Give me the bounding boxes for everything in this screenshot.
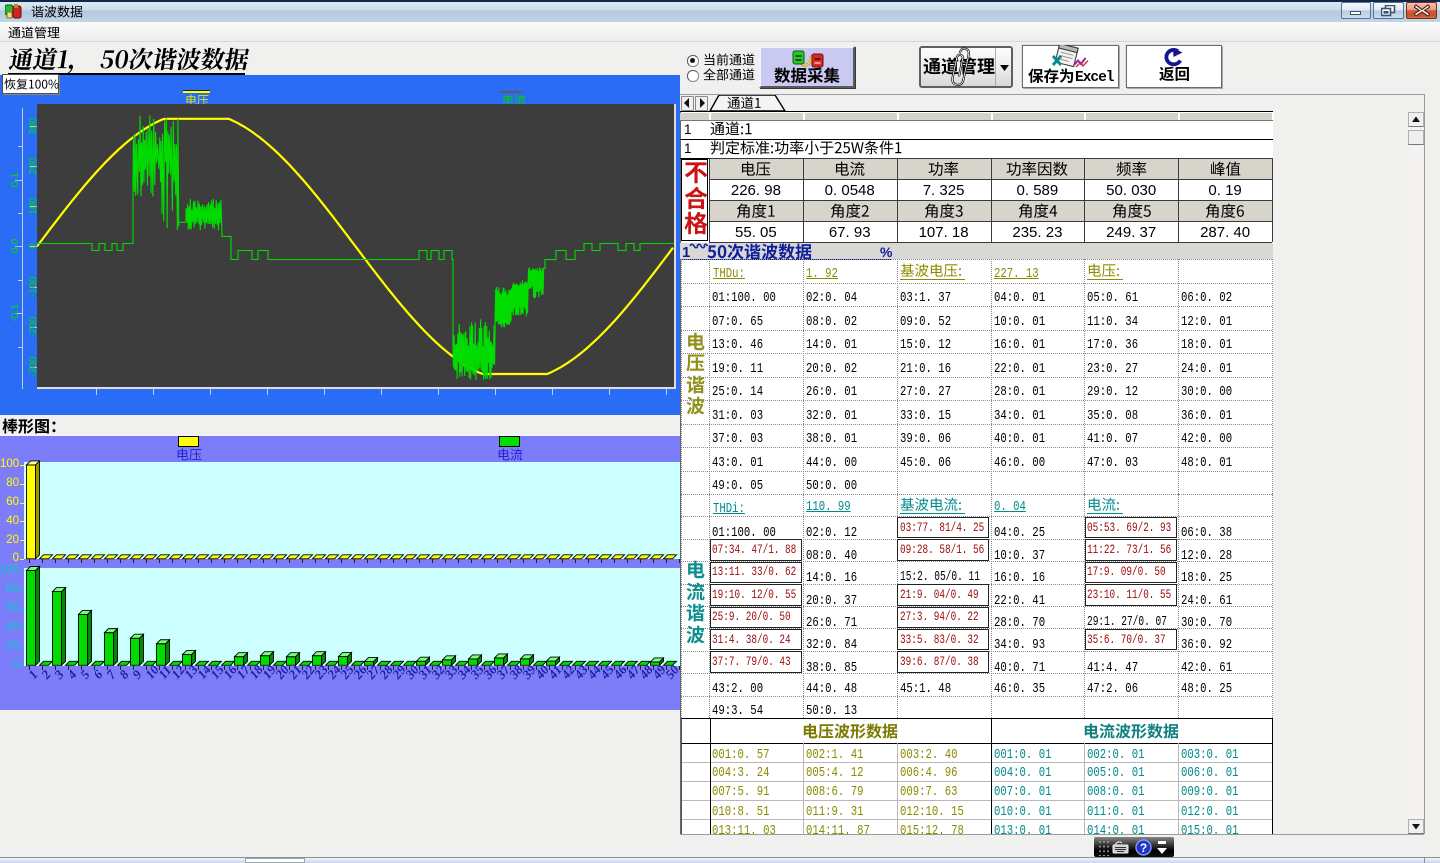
svg-text:?: ? bbox=[1140, 841, 1147, 855]
